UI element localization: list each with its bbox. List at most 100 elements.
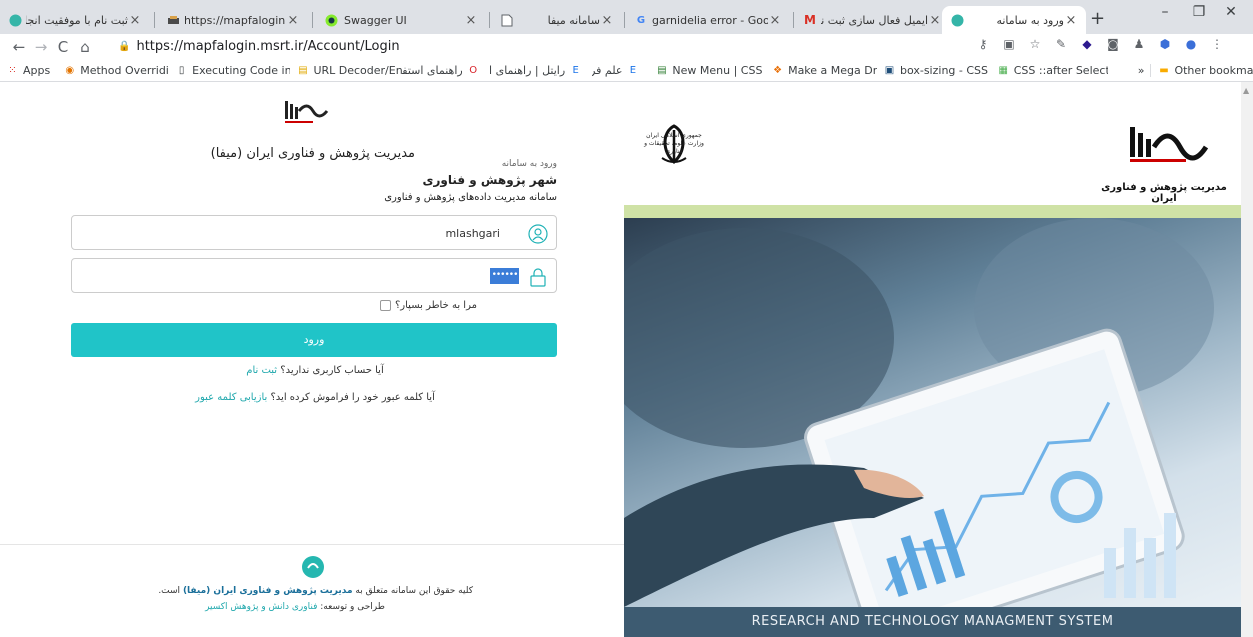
star-icon[interactable]: ☆ — [1027, 36, 1043, 52]
bookmark-item[interactable]: E رایتل | راهنمای استفاده — [490, 64, 592, 77]
bookmark-item[interactable]: ▯ Executing Code in As — [169, 64, 291, 77]
tab-login-active[interactable]: ورود به سامانه × — [942, 6, 1086, 34]
tab-google-search[interactable]: G garnidelia error - Google × — [626, 6, 790, 34]
camera-icon[interactable]: ◙ — [1105, 36, 1121, 52]
bookmark-item[interactable]: E علم فردا — [592, 64, 649, 77]
tab-title: سامانه میفا — [547, 13, 600, 27]
username-field[interactable] — [71, 215, 557, 250]
bookmark-apps[interactable]: ⁙ Apps — [0, 64, 57, 77]
home-icon[interactable]: ⌂ — [74, 38, 96, 56]
mapfa-logo-icon — [285, 101, 329, 123]
back-arrow-icon[interactable]: ← — [8, 38, 30, 56]
city-title: شهر پژوهش و فناوری — [422, 173, 557, 187]
close-tab-icon[interactable]: × — [928, 13, 942, 28]
designed-by-text: طراحی و توسعه: فناوری دانش و پژوهش اکسیر — [150, 602, 440, 612]
other-bookmarks-label: Other bookmarks — [1174, 64, 1253, 77]
bookmark-label: راهنمای استفاده از ... — [402, 64, 463, 77]
login-button[interactable]: ورود — [71, 323, 557, 357]
copyright-suffix: است. — [158, 586, 181, 596]
tab-mapfa-system[interactable]: سامانه میفا × — [492, 6, 622, 34]
bookmark-item[interactable]: ◉ Method Overriding in — [57, 64, 169, 77]
bookmark-label: علم فردا — [592, 64, 623, 77]
hero-banner: RESEARCH AND TECHNOLOGY MANAGMENT SYSTEM — [624, 607, 1241, 637]
bookmark-label: رایتل | راهنمای استفاده — [489, 64, 566, 77]
bookmark-item[interactable]: ▦ CSS ::after Selector — [991, 64, 1109, 77]
shield-extension-icon[interactable]: ⬢ — [1157, 36, 1173, 52]
key-icon[interactable]: ⚷ — [975, 36, 991, 52]
bookmark-label: New Menu | CSS Men — [672, 64, 765, 77]
reload-icon[interactable]: C — [52, 38, 74, 56]
user-icon — [528, 224, 548, 244]
diamond-extension-icon[interactable]: ◆ — [1079, 36, 1095, 52]
close-tab-icon[interactable]: × — [768, 13, 782, 28]
forgot-text: آیا کلمه عبور خود را فراموش کرده اید؟ — [270, 392, 435, 403]
address-bar[interactable]: 🔒 https://mapfalogin.msrt.ir/Account/Log… — [118, 35, 968, 57]
hero-panel: جمهوری اسلامی ایران وزارت علوم، تحقیقات … — [624, 82, 1241, 637]
designed-prefix: طراحی و توسعه: — [320, 602, 385, 612]
eyedropper-icon[interactable]: ✎ — [1053, 36, 1069, 52]
google-favicon: G — [636, 14, 646, 26]
tab-gmail[interactable]: M ایمیل فعال سازی ثبت نام × — [795, 6, 950, 34]
developer-logo-icon — [302, 556, 324, 578]
no-account-row: آیا حساب کاربری ندارید؟ ثبت نام — [120, 365, 510, 376]
bookmark-label: CSS ::after Selector — [1013, 64, 1109, 77]
bookmarks-bar: ⁙ Apps ◉ Method Overriding in ▯ Executin… — [0, 60, 1253, 82]
bookmark-favicon: ◉ — [65, 65, 75, 76]
tab-mapfalogin[interactable]: https://mapfalogin.msrt.ir × — [158, 6, 308, 34]
recover-password-link[interactable]: بازیابی کلمه عبور — [195, 392, 267, 403]
apps-grid-icon: ⁙ — [8, 65, 17, 76]
bookmark-item[interactable]: O راهنمای استفاده از ... — [402, 64, 489, 77]
forgot-password-row: آیا کلمه عبور خود را فراموش کرده اید؟ با… — [120, 392, 510, 403]
bookmark-favicon: ❖ — [773, 65, 783, 76]
translate-icon[interactable]: ▣ — [1001, 36, 1017, 52]
bookmark-label: Method Overriding in — [80, 64, 169, 77]
bookmark-label: Executing Code in As — [192, 64, 291, 77]
bookmark-item[interactable]: ▣ box-sizing - CSS | MD — [877, 64, 991, 77]
close-window-button[interactable]: ✕ — [1209, 4, 1253, 20]
tab-strip: ثبت نام با موفقیت انجام شد × https://map… — [0, 0, 1253, 34]
profile-icon[interactable]: ● — [1183, 36, 1199, 52]
mapfa-brand-logo-icon — [1130, 127, 1209, 162]
new-tab-button[interactable]: + — [1090, 8, 1105, 29]
bookmark-item[interactable]: ▤ New Menu | CSS Men — [649, 64, 765, 77]
designer-link[interactable]: فناوری دانش و پژوهش اکسیر — [205, 602, 317, 612]
extension-icons: ⚷ ▣ ☆ ✎ ◆ ◙ ♟ ⬢ ● ⋮ — [975, 36, 1225, 52]
page-scrollbar[interactable]: ▲ — [1241, 82, 1253, 637]
tab-title: garnidelia error - Google — [652, 13, 768, 27]
bookmark-item[interactable]: ❖ Make a Mega Drop-C — [765, 64, 877, 77]
bookmark-favicon: ▦ — [998, 65, 1008, 76]
register-link[interactable]: ثبت نام — [246, 365, 277, 376]
mapfa-favicon — [8, 13, 22, 27]
emblem-caption: جمهوری اسلامی ایران وزارت علوم، تحقیقات … — [644, 132, 704, 156]
more-bookmarks-button[interactable]: » — [1108, 64, 1150, 77]
close-tab-icon[interactable]: × — [286, 13, 300, 28]
remember-me-checkbox[interactable] — [380, 300, 391, 311]
forward-arrow-icon[interactable]: → — [30, 38, 52, 56]
bookmark-label: URL Decoder/Encode — [313, 64, 403, 77]
remember-me[interactable]: مرا به خاطر بسپار؟ — [380, 300, 557, 311]
scroll-up-arrow-icon[interactable]: ▲ — [1243, 86, 1249, 95]
close-tab-icon[interactable]: × — [1064, 13, 1078, 28]
tab-swagger[interactable]: Swagger UI × — [316, 6, 486, 34]
username-input[interactable] — [80, 222, 500, 244]
avatar-extension-icon[interactable]: ♟ — [1131, 36, 1147, 52]
close-tab-icon[interactable]: × — [464, 13, 478, 28]
copyright-org[interactable]: مدیریت پژوهش و فناوری ایران (میفا) — [183, 586, 353, 596]
close-tab-icon[interactable]: × — [128, 13, 142, 28]
login-panel: مدیریت پژوهش و فناوری ایران (میفا) ورود … — [0, 82, 625, 637]
bookmark-favicon: ▣ — [884, 65, 895, 76]
bookmark-item[interactable]: ▤ URL Decoder/Encode — [290, 64, 402, 77]
tab-registration-success[interactable]: ثبت نام با موفقیت انجام شد × — [0, 6, 150, 34]
tab-title: ایمیل فعال سازی ثبت نام — [821, 13, 928, 27]
password-field[interactable]: •••••• — [71, 258, 557, 293]
close-tab-icon[interactable]: × — [600, 13, 614, 28]
other-bookmarks[interactable]: ▬ Other bookmarks — [1150, 64, 1253, 77]
green-accent-bar — [624, 205, 1241, 218]
password-mask[interactable]: •••••• — [490, 268, 519, 284]
footer-divider — [0, 544, 625, 545]
bookmark-favicon: ▤ — [657, 65, 667, 76]
emblem-caption-line1: جمهوری اسلامی ایران — [646, 132, 702, 139]
mapfa-favicon — [950, 13, 964, 27]
menu-dots-icon[interactable]: ⋮ — [1209, 36, 1225, 52]
gmail-favicon: M — [804, 13, 816, 27]
